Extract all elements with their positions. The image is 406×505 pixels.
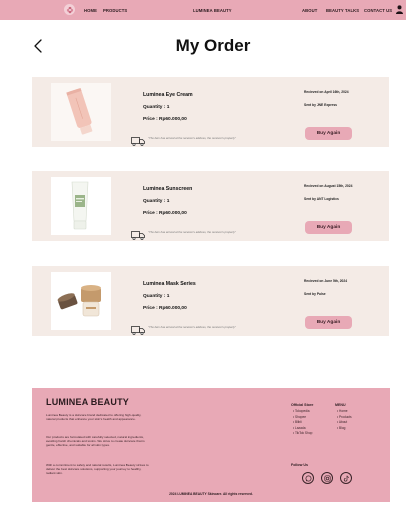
tracking-status: "The item has arrived at the receiver's … (148, 136, 236, 140)
received-date: Recieved on June 5th, 2024 (304, 279, 348, 283)
flower-logo-icon[interactable] (64, 4, 75, 15)
mask-jars-image[interactable] (51, 272, 111, 330)
whatsapp-icon[interactable] (302, 472, 314, 484)
received-date: Recieved on April 16th, 2024 (304, 90, 349, 94)
official-store-list: Tokopedia Shopee Blibli Lazada TikTok Sh… (293, 409, 312, 437)
product-quantity: Quantity : 1 (143, 199, 170, 204)
courier-info: Sent by ANT Logistics (304, 197, 339, 201)
page-title: My Order (175, 36, 251, 55)
nav-brand-name[interactable]: LUMINEA BEAUTY (193, 8, 232, 13)
nav-beauty-talks-link[interactable]: BEAUTY TALKS (326, 8, 359, 13)
footer-description-2: Our products are formulated with careful… (46, 435, 145, 448)
tracking-status: "The item has arrived at the receiver's … (148, 325, 236, 329)
product-quantity: Quantity : 1 (143, 105, 170, 110)
order-card: Luminea Eye Cream Quantity : 1 Price : R… (32, 77, 389, 147)
truck-icon (131, 133, 145, 151)
courier-info: Sent by Pulse (304, 292, 326, 296)
product-name: Luminea Sunscreen (143, 186, 193, 192)
official-store-heading: Official Store (291, 403, 314, 407)
nav-about-link[interactable]: ABOUT (302, 8, 317, 13)
follow-us-heading: Follow Us (291, 463, 308, 467)
footer-description-1: Luminea Beauty is a skincare brand dedic… (46, 413, 142, 422)
product-price: Price : Rp60.000,00 (143, 211, 187, 216)
buy-again-button[interactable]: Buy Again (305, 316, 352, 329)
product-price: Price : Rp60.000,00 (143, 117, 187, 122)
courier-info: Sent by JNE Express (304, 103, 337, 107)
social-icons (302, 472, 352, 484)
product-quantity: Quantity : 1 (143, 294, 170, 299)
store-link[interactable]: Tokopedia (293, 409, 312, 415)
footer-menu-link[interactable]: Blog (337, 426, 352, 432)
footer-brand: LUMINEA BEAUTY (46, 397, 129, 407)
truck-icon (131, 322, 145, 340)
product-price: Price : Rp60.000,00 (143, 306, 187, 311)
buy-again-button[interactable]: Buy Again (305, 127, 352, 140)
nav-contact-link[interactable]: CONTACT US (364, 8, 392, 13)
sunscreen-tube-image[interactable] (51, 177, 111, 235)
buy-again-button[interactable]: Buy Again (305, 221, 352, 234)
menu-heading: MENU (335, 403, 346, 407)
copyright-text: 2024 LUMINEA BEAUTY Skincare. All rights… (169, 492, 253, 496)
nav-home-link[interactable]: HOME (84, 8, 97, 13)
product-name: Luminea Eye Cream (143, 92, 193, 98)
tracking-status: "The item has arrived at the receiver's … (148, 230, 236, 234)
tiktok-icon[interactable] (340, 472, 352, 484)
nav-products-link[interactable]: PRODUCTS (103, 8, 127, 13)
eye-cream-tube-image[interactable] (51, 83, 111, 141)
product-name: Luminea Mask Series (143, 281, 196, 287)
store-link[interactable]: TikTok Shop (293, 431, 312, 437)
footer-description-3: With a commitment to safety and natural … (46, 463, 149, 476)
user-icon[interactable] (396, 5, 403, 15)
received-date: Recieved on August 15th, 2024 (304, 184, 353, 188)
order-card: Luminea Mask Series Quantity : 1 Price :… (32, 266, 389, 336)
footer-menu-list: Home Products About Blog (337, 409, 352, 431)
truck-icon (131, 227, 145, 245)
order-card: Luminea Sunscreen Quantity : 1 Price : R… (32, 171, 389, 241)
site-footer: LUMINEA BEAUTY Luminea Beauty is a skinc… (32, 388, 390, 502)
instagram-icon[interactable] (321, 472, 333, 484)
top-navbar: HOME PRODUCTS LUMINEA BEAUTY ABOUT BEAUT… (0, 0, 406, 20)
